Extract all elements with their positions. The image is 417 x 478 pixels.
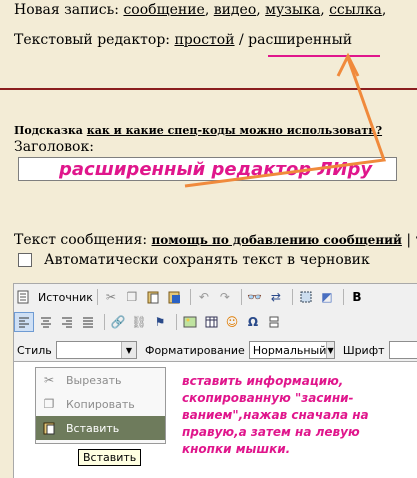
arrow-head: [336, 52, 360, 77]
arrow-line: [184, 57, 387, 188]
annotation-arrows: [184, 52, 387, 188]
